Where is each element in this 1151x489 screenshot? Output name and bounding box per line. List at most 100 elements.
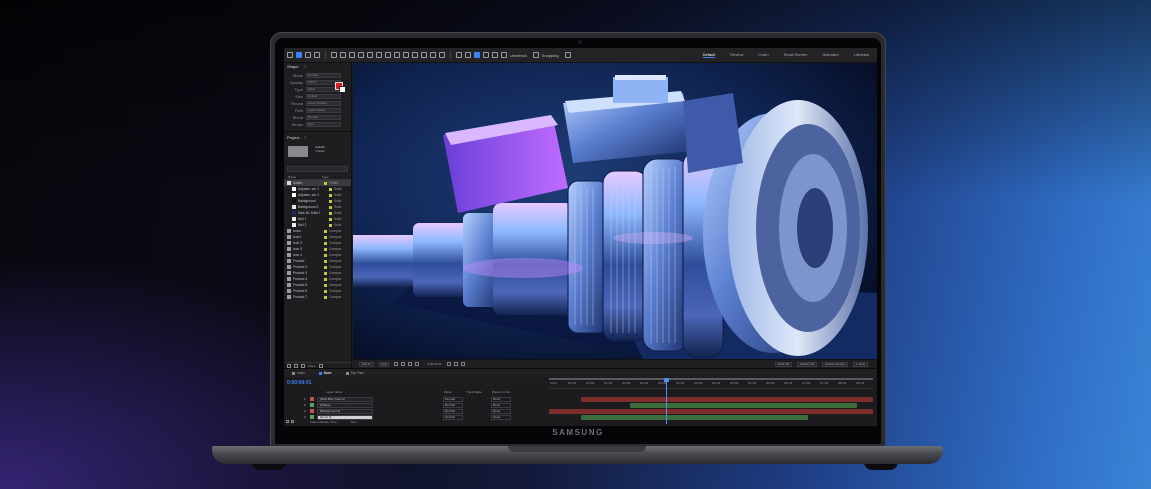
- label-color-swatch[interactable]: [324, 283, 327, 287]
- orbit-camera-icon[interactable]: [492, 52, 498, 58]
- column-mode[interactable]: Mode: [444, 390, 466, 395]
- zoom-tool-icon[interactable]: [314, 52, 320, 58]
- layer-mode-dropdown[interactable]: Normal: [443, 402, 463, 408]
- render-time-icon[interactable]: [286, 420, 289, 423]
- roi-icon[interactable]: [394, 362, 399, 366]
- column-parent[interactable]: Parent & Link: [492, 390, 510, 395]
- workspace-learn[interactable]: Learn: [758, 52, 768, 58]
- label-color-swatch[interactable]: [329, 211, 332, 215]
- time-ruler[interactable]: 0:00f 00:15f 01:00f 01:15f 02:00f 02:15f 03:00…: [549, 380, 873, 389]
- list-item[interactable]: Product 7 Compos: [284, 294, 351, 300]
- layer-duration-bar[interactable]: [630, 402, 857, 408]
- label-color-swatch[interactable]: [324, 295, 327, 299]
- layer-parent-dropdown[interactable]: None: [491, 402, 511, 408]
- label-color-swatch[interactable]: [324, 229, 327, 233]
- layer-name[interactable]: [Shape]: [317, 402, 373, 408]
- zoom-dropdown[interactable]: 100 %: [359, 361, 374, 367]
- panel-menu-icon[interactable]: ≡: [304, 134, 306, 142]
- toggle-switches-icon[interactable]: [291, 420, 294, 423]
- layer-duration-bar[interactable]: [581, 396, 873, 402]
- tab-top-part[interactable]: Top Part: [345, 371, 364, 375]
- selection-tool-icon[interactable]: [296, 52, 302, 58]
- stroke-color-swatch[interactable]: [339, 86, 346, 93]
- snapping-options-icon[interactable]: [564, 52, 571, 58]
- view-axis-icon[interactable]: [474, 52, 480, 58]
- column-layer-name[interactable]: Layer Name: [326, 390, 394, 395]
- layer-name[interactable]: [Background 4]: [317, 408, 373, 414]
- pan-behind-tool-icon[interactable]: [367, 52, 373, 58]
- label-color-swatch[interactable]: [324, 277, 327, 281]
- label-color-swatch[interactable]: [324, 265, 327, 269]
- pan-tool-icon[interactable]: [340, 52, 346, 58]
- label-color-swatch[interactable]: [329, 205, 332, 209]
- transparency-grid-icon[interactable]: [401, 362, 406, 366]
- layer-label-color[interactable]: [310, 397, 314, 401]
- label-color-swatch[interactable]: [324, 247, 327, 251]
- column-track-matte[interactable]: Track Matte: [466, 390, 492, 395]
- label-color-swatch[interactable]: [324, 253, 327, 257]
- roto-brush-tool-icon[interactable]: [430, 52, 436, 58]
- interpret-footage-icon[interactable]: [287, 363, 291, 368]
- pen-tool-icon[interactable]: [385, 52, 391, 58]
- label-color-swatch[interactable]: [329, 187, 332, 191]
- label-color-swatch[interactable]: [324, 259, 327, 263]
- universal-toggle[interactable]: Universal: [510, 53, 527, 58]
- label-color-swatch[interactable]: [324, 181, 327, 185]
- orbit-tool-icon[interactable]: [331, 52, 337, 58]
- label-color-swatch[interactable]: [324, 235, 327, 239]
- property-value-dropdown[interactable]: Layer Content: [306, 101, 341, 106]
- world-axis-icon[interactable]: [465, 52, 471, 58]
- type-tool-icon[interactable]: [394, 52, 400, 58]
- hand-tool-icon[interactable]: [305, 52, 311, 58]
- home-icon[interactable]: [287, 52, 293, 58]
- workspace-small-screen[interactable]: Small Screen: [784, 52, 808, 58]
- layer-mode-dropdown[interactable]: Normal: [443, 408, 463, 414]
- label-color-swatch[interactable]: [324, 271, 327, 275]
- new-folder-icon[interactable]: [294, 363, 298, 368]
- bit-depth-label[interactable]: 8 bpc: [308, 364, 315, 368]
- puppet-tool-icon[interactable]: [439, 52, 445, 58]
- brush-tool-icon[interactable]: [403, 52, 409, 58]
- mask-visibility-icon[interactable]: [408, 362, 413, 366]
- camera-dropdown[interactable]: Active Camera: [822, 362, 849, 367]
- clone-stamp-tool-icon[interactable]: [412, 52, 418, 58]
- property-value-dropdown[interactable]: Normal: [306, 115, 341, 120]
- snapshot-icon[interactable]: [415, 362, 420, 366]
- close-icon[interactable]: ≡: [304, 63, 306, 71]
- new-composition-icon[interactable]: [301, 363, 305, 368]
- composition-viewer[interactable]: [353, 63, 877, 359]
- property-value-dropdown[interactable]: 0 px: [306, 122, 341, 127]
- layer-parent-dropdown[interactable]: None: [491, 408, 511, 414]
- label-color-swatch[interactable]: [329, 223, 332, 227]
- layer-parent-dropdown[interactable]: None: [491, 414, 511, 420]
- label-color-swatch[interactable]: [329, 193, 332, 197]
- label-color-swatch[interactable]: [329, 199, 332, 203]
- label-color-swatch[interactable]: [329, 217, 332, 221]
- layer-label-color[interactable]: [310, 409, 314, 413]
- viewer-timecode[interactable]: 0:00:00:01: [427, 362, 441, 366]
- camera-icon[interactable]: [446, 362, 451, 366]
- rotate-tool-icon[interactable]: [358, 52, 364, 58]
- workspace-libraries[interactable]: Libraries: [854, 52, 869, 58]
- workspace-standard[interactable]: Standard: [822, 52, 838, 58]
- playhead[interactable]: [664, 378, 669, 424]
- snapping-checkbox[interactable]: [532, 52, 539, 58]
- exposure-icon[interactable]: [460, 362, 465, 366]
- draft-3d-toggle[interactable]: Draft 3D: [774, 362, 793, 367]
- column-name[interactable]: Name: [288, 175, 322, 179]
- views-dropdown[interactable]: 1 View: [853, 362, 868, 367]
- reset-camera-icon[interactable]: [501, 52, 507, 58]
- layer-duration-bar[interactable]: [581, 414, 809, 420]
- project-search-input[interactable]: [287, 166, 348, 172]
- layer-mode-dropdown[interactable]: Normal: [443, 414, 463, 420]
- layer-label-color[interactable]: [310, 415, 314, 419]
- tab-main[interactable]: main: [292, 371, 305, 375]
- label-color-swatch[interactable]: [324, 289, 327, 293]
- layer-mode-dropdown[interactable]: Normal: [443, 396, 463, 402]
- extract-icon[interactable]: [483, 52, 489, 58]
- layer-parent-dropdown[interactable]: None: [491, 396, 511, 402]
- property-value-dropdown[interactable]: Normal: [306, 73, 341, 78]
- layer-label-color[interactable]: [310, 403, 314, 407]
- axis-mode-icon[interactable]: [456, 52, 462, 58]
- layer-duration-bar[interactable]: [549, 408, 873, 414]
